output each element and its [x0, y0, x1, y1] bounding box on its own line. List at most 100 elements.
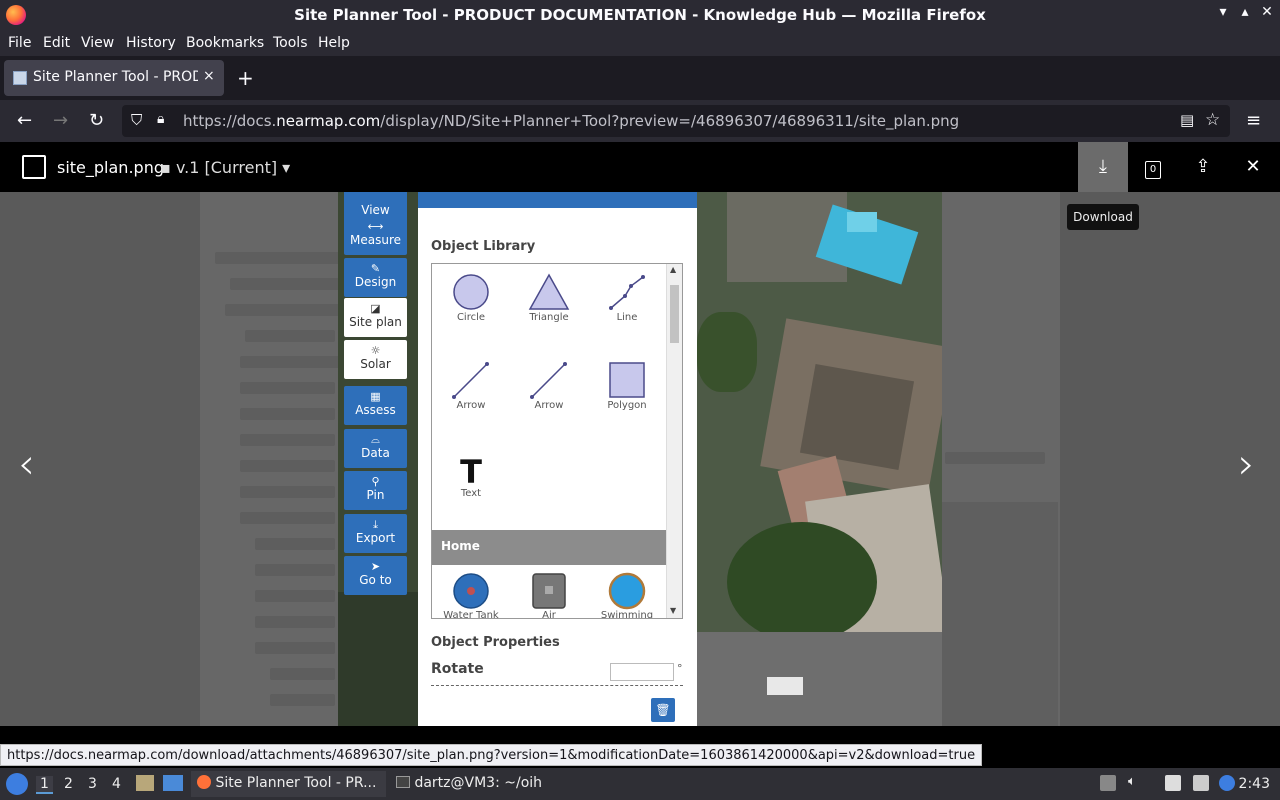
- menu-history[interactable]: History: [126, 35, 176, 51]
- object-arrow-2[interactable]: Arrow: [512, 360, 586, 411]
- page-favicon-icon: [13, 71, 27, 85]
- new-tab-button[interactable]: +: [237, 66, 254, 90]
- pencil-icon: ✎: [370, 262, 381, 275]
- object-air[interactable]: Air: [512, 572, 586, 618]
- back-icon[interactable]: ←: [17, 110, 32, 131]
- close-window-icon[interactable]: ✕: [1257, 4, 1277, 20]
- tab-close-icon[interactable]: ×: [203, 68, 215, 84]
- delete-object-button[interactable]: 🗑︎: [651, 698, 675, 722]
- arrow-shape-icon: [452, 362, 489, 399]
- status-link-url: https://docs.nearmap.com/download/attach…: [0, 744, 983, 766]
- toolbar-data-button[interactable]: ⌓ Data: [344, 429, 407, 468]
- reader-view-icon[interactable]: ▤: [1180, 111, 1194, 129]
- site-plan-image: View ⟷ Measure ✎ Design ◪ Site plan ☼ Solar …: [338, 192, 942, 726]
- object-text[interactable]: T Text: [434, 450, 508, 499]
- minimize-icon[interactable]: ▾: [1213, 4, 1233, 20]
- rotate-input[interactable]: [610, 663, 674, 681]
- hamburger-menu-icon[interactable]: ≡: [1246, 110, 1261, 131]
- object-arrow-1[interactable]: Arrow: [434, 360, 508, 411]
- svg-text:T: T: [460, 453, 482, 488]
- toolbar-assess-button[interactable]: ▦ Assess: [344, 386, 407, 425]
- tab-site-planner[interactable]: Site Planner Tool - PRODUCT DOCUMENTATIO…: [4, 60, 224, 96]
- scrollbar-thumb[interactable]: [670, 285, 679, 343]
- share-icon: ⇪: [1195, 156, 1211, 177]
- toolbar-design-button[interactable]: ✎ Design: [344, 258, 407, 297]
- reload-icon[interactable]: ↻: [89, 110, 104, 131]
- object-triangle[interactable]: Triangle: [512, 272, 586, 323]
- site-plan-panel: Object Library Circle Triangle Line Arro…: [418, 192, 697, 726]
- text-shape-icon: T: [460, 453, 482, 488]
- file-manager-icon[interactable]: [136, 775, 154, 791]
- comments-button[interactable]: 0: [1128, 142, 1178, 192]
- maximize-icon[interactable]: ▴: [1235, 4, 1255, 20]
- share-button[interactable]: ⇪: [1178, 142, 1228, 192]
- toolbar-siteplan-button[interactable]: ◪ Site plan: [344, 298, 407, 337]
- shield-icon[interactable]: ⛉: [131, 111, 142, 129]
- workspace-3[interactable]: 3: [88, 776, 97, 792]
- forward-icon[interactable]: →: [53, 110, 68, 131]
- scroll-up-icon[interactable]: ▲: [670, 265, 676, 274]
- notification-icon[interactable]: [1219, 775, 1235, 791]
- object-line[interactable]: Line: [590, 272, 664, 323]
- object-circle[interactable]: Circle: [434, 272, 508, 323]
- navigate-icon: ➤: [370, 560, 381, 573]
- line-shape-icon: [609, 275, 645, 310]
- toolbar-measure-button[interactable]: ⟷ Measure: [344, 216, 407, 255]
- menu-edit[interactable]: Edit: [43, 35, 70, 51]
- tray-eject-icon[interactable]: [1100, 775, 1116, 791]
- next-arrow-icon[interactable]: ›: [1238, 439, 1255, 488]
- pin-icon: ⚲: [371, 475, 380, 488]
- url-bar[interactable]: ⛉ 🔒︎ https://docs.nearmap.com/display/ND…: [122, 105, 1230, 137]
- tab-label: Site Planner Tool - PRODUCT DOCUMENTATIO…: [33, 69, 198, 85]
- lock-icon[interactable]: 🔒︎: [157, 111, 164, 127]
- panel-header: [418, 192, 697, 208]
- object-polygon[interactable]: Polygon: [590, 360, 664, 411]
- sun-icon: ☼: [370, 344, 381, 357]
- menu-help[interactable]: Help: [318, 35, 350, 51]
- object-library-list: Circle Triangle Line Arrow Arrow Polygon: [431, 263, 683, 619]
- measure-icon: ⟷: [367, 220, 384, 233]
- preview-header: site_plan.png ▪ v.1 [Current] ▾ ⤓ 0 ⇪ ✕: [0, 142, 1280, 192]
- toolbar-export-button[interactable]: ⤓ Export: [344, 514, 407, 553]
- inbox-icon: ⌓: [371, 433, 380, 446]
- previous-arrow-icon[interactable]: ‹: [18, 439, 35, 488]
- close-preview-button[interactable]: ✕: [1228, 142, 1278, 192]
- tab-strip: Site Planner Tool - PRODUCT DOCUMENTATIO…: [0, 56, 1280, 100]
- clipboard-icon[interactable]: [1165, 775, 1181, 791]
- workspace-2[interactable]: 2: [64, 776, 73, 792]
- toolbar-goto-button[interactable]: ➤ Go to: [344, 556, 407, 595]
- menu-view[interactable]: View: [81, 35, 114, 51]
- library-scrollbar[interactable]: ▲ ▼: [666, 264, 682, 618]
- siteplan-icon: ◪: [370, 302, 381, 315]
- image-file-icon: [22, 155, 46, 179]
- workspace-4[interactable]: 4: [112, 776, 121, 792]
- window-title: Site Planner Tool - PRODUCT DOCUMENTATIO…: [294, 6, 986, 24]
- window-titlebar: Site Planner Tool - PRODUCT DOCUMENTATIO…: [0, 0, 1280, 30]
- taskbar: 1 2 3 4 Site Planner Tool - PR... dartz@…: [0, 768, 1280, 800]
- toolbar-pin-button[interactable]: ⚲ Pin: [344, 471, 407, 510]
- menu-tools[interactable]: Tools: [273, 35, 308, 51]
- menu-file[interactable]: File: [8, 35, 31, 51]
- network-icon[interactable]: [1193, 775, 1209, 791]
- start-menu-icon[interactable]: [6, 773, 28, 795]
- volume-icon[interactable]: 🔈︎: [1128, 774, 1144, 790]
- download-icon: ⤓: [373, 518, 378, 531]
- object-swimming-pool[interactable]: Swimming: [590, 572, 664, 618]
- desktop-icon[interactable]: [163, 775, 183, 791]
- url-text[interactable]: https://docs.nearmap.com/display/ND/Site…: [183, 112, 959, 130]
- version-dropdown[interactable]: ▪ v.1 [Current] ▾: [160, 158, 290, 177]
- bookmark-star-icon[interactable]: ☆: [1205, 110, 1220, 130]
- scroll-down-icon[interactable]: ▼: [670, 606, 676, 615]
- triangle-shape-icon: [528, 273, 570, 310]
- download-button[interactable]: ⤓: [1078, 142, 1128, 192]
- home-section-header[interactable]: Home: [432, 530, 667, 565]
- properties-divider: [431, 685, 683, 686]
- task-firefox[interactable]: Site Planner Tool - PR...: [191, 771, 386, 797]
- toolbar-solar-button[interactable]: ☼ Solar: [344, 340, 407, 379]
- object-water-tank[interactable]: Water Tank: [434, 572, 508, 618]
- menu-bookmarks[interactable]: Bookmarks: [186, 35, 264, 51]
- workspace-1[interactable]: 1: [36, 776, 53, 794]
- close-icon: ✕: [1245, 156, 1261, 177]
- object-properties-title: Object Properties: [431, 635, 560, 650]
- task-terminal[interactable]: dartz@VM3: ~/oih: [390, 771, 550, 797]
